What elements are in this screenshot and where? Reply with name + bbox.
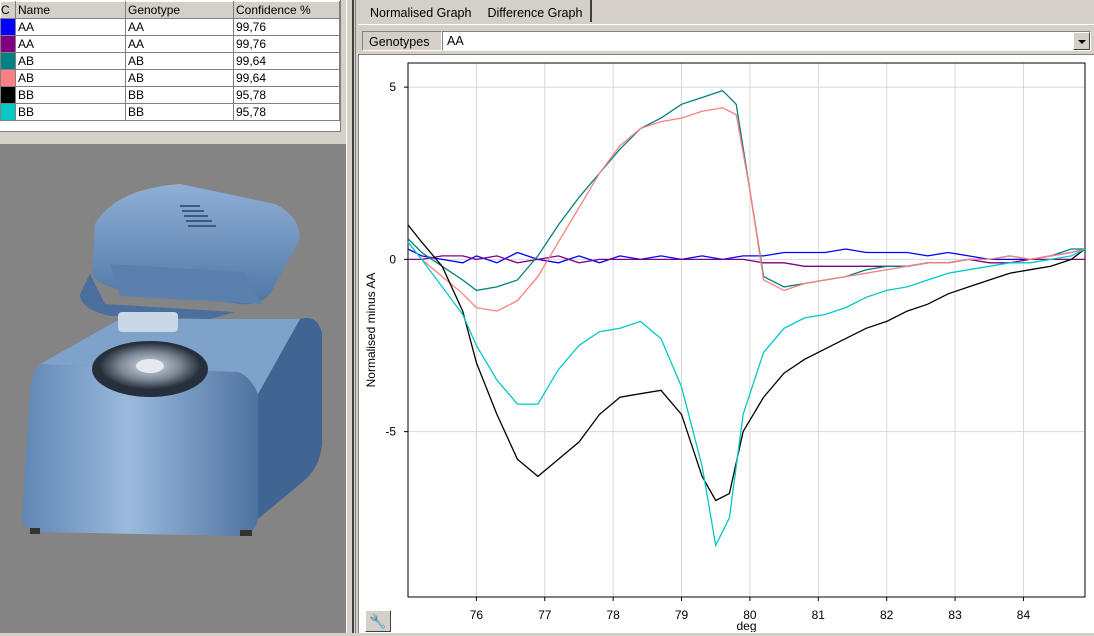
row-confidence-cell: 95,78 (233, 86, 340, 104)
name-column-header[interactable]: Name (15, 1, 126, 19)
x-tick-label: 81 (812, 608, 826, 622)
color-swatch (1, 104, 15, 120)
x-tick-label: 79 (675, 608, 689, 622)
series-line-4 (407, 107, 1086, 312)
genotypes-label: Genotypes (362, 31, 442, 51)
graph-tabs: Normalised Graph Difference Graph (362, 0, 593, 24)
row-color-cell (0, 69, 16, 87)
panel-splitter-shadow (352, 0, 354, 633)
table-row[interactable]: AA AA 99,76 (0, 18, 340, 36)
row-genotype-cell: AA (125, 35, 234, 53)
tab-normalised-graph[interactable]: Normalised Graph (362, 0, 479, 22)
chart-tool-button[interactable]: 🔧 (365, 610, 391, 632)
color-column-header[interactable]: C (0, 1, 16, 19)
table-row[interactable]: AB AB 99,64 (0, 52, 340, 70)
results-grid[interactable]: C Name Genotype Confidence % AA AA 99,76 AA… (0, 0, 341, 132)
x-tick-label: 78 (606, 608, 620, 622)
difference-chart: 76 77 78 79 80 81 82 83 8450-5degNormalised minu… (364, 62, 1086, 632)
row-genotype-cell: AB (125, 69, 234, 87)
y-tick-label: 0 (389, 252, 396, 266)
confidence-column-header[interactable]: Confidence % (233, 1, 340, 19)
genotypes-dropdown[interactable]: AA (442, 31, 1091, 51)
color-swatch (1, 87, 15, 103)
right-panel: Normalised Graph Difference Graph Genoty… (358, 0, 1094, 633)
row-confidence-cell: 99,64 (233, 69, 340, 87)
row-genotype-cell: AA (125, 18, 234, 36)
results-table: C Name Genotype Confidence % AA AA 99,76 AA… (0, 1, 340, 121)
row-confidence-cell: 99,76 (233, 35, 340, 53)
x-tick-label: 76 (470, 608, 484, 622)
row-color-cell (0, 86, 16, 104)
row-color-cell (0, 18, 16, 36)
panel-splitter[interactable] (346, 0, 356, 633)
x-axis-label: deg (736, 619, 756, 632)
series-line-2 (408, 255, 1085, 267)
table-row[interactable]: AA AA 99,76 (0, 35, 340, 53)
row-color-cell (0, 103, 16, 121)
row-name-cell: AB (15, 52, 126, 70)
row-name-cell: AA (15, 35, 126, 53)
row-name-cell: BB (15, 86, 126, 104)
row-genotype-cell: AB (125, 52, 234, 70)
color-swatch (1, 70, 15, 86)
y-tick-label: 5 (389, 80, 396, 94)
results-header-row: C Name Genotype Confidence % (0, 1, 340, 19)
row-name-cell: AB (15, 69, 126, 87)
genotype-column-header[interactable]: Genotype (125, 1, 234, 19)
series-line-5 (407, 224, 1086, 502)
color-swatch (1, 53, 15, 69)
x-tick-label: 84 (1017, 608, 1031, 622)
chevron-down-icon (1078, 40, 1086, 44)
y-tick-label: -5 (385, 425, 396, 439)
left-panel: C Name Genotype Confidence % AA AA 99,76 AA… (0, 0, 346, 633)
series-line-6 (407, 241, 1086, 548)
row-confidence-cell: 99,76 (233, 18, 340, 36)
genotypes-row: Genotypes AA (362, 30, 1091, 52)
difference-graph-area[interactable]: 76 77 78 79 80 81 82 83 84 5 0 -5 deg Normalised minu… (358, 54, 1094, 633)
row-genotype-cell: BB (125, 103, 234, 121)
color-swatch (1, 36, 15, 52)
tab-difference-graph[interactable]: Difference Graph (479, 0, 593, 22)
x-tick-label: 77 (538, 608, 552, 622)
wrench-icon: 🔧 (369, 613, 387, 629)
row-name-cell: AA (15, 18, 126, 36)
row-color-cell (0, 52, 16, 70)
color-swatch (1, 19, 15, 35)
table-row[interactable]: AB AB 99,64 (0, 69, 340, 87)
row-color-cell (0, 35, 16, 53)
table-row[interactable]: BB BB 95,78 (0, 86, 340, 104)
plot-frame (407, 62, 1086, 598)
x-tick-label: 82 (880, 608, 894, 622)
row-confidence-cell: 95,78 (233, 103, 340, 121)
tab-divider (358, 24, 1094, 25)
row-name-cell: BB (15, 103, 126, 121)
y-axis-label: Normalised minus AA (364, 273, 378, 388)
table-row[interactable]: BB BB 95,78 (0, 103, 340, 121)
x-tick-label: 83 (948, 608, 962, 622)
rotor-gene-instrument-image (22, 184, 322, 536)
genotypes-selected-value: AA (447, 34, 464, 48)
row-genotype-cell: BB (125, 86, 234, 104)
instrument-photo (0, 144, 346, 633)
row-confidence-cell: 99,64 (233, 52, 340, 70)
genotypes-dropdown-button[interactable] (1073, 32, 1090, 50)
